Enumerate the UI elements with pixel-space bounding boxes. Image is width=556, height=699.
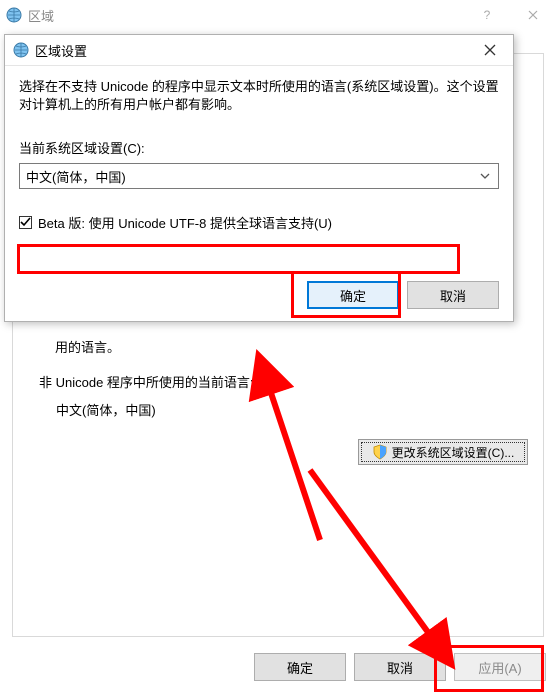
dialog-titlebar: 区域设置: [5, 35, 513, 66]
globe-icon: [13, 42, 29, 58]
shield-icon: [372, 444, 388, 460]
parent-ok-button[interactable]: 确定: [254, 653, 346, 681]
locale-combobox-value: 中文(简体，中国): [26, 167, 126, 186]
globe-icon: [6, 7, 22, 23]
dialog-ok-button[interactable]: 确定: [307, 281, 399, 309]
close-icon: [484, 44, 496, 56]
region-title: 区域: [28, 6, 54, 25]
change-system-locale-label: 更改系统区域设置(C)...: [392, 444, 515, 461]
dialog-title: 区域设置: [35, 41, 87, 60]
window-close-button[interactable]: [510, 0, 556, 30]
locale-combobox[interactable]: 中文(简体，中国): [19, 163, 499, 189]
non-unicode-section-title: 非 Unicode 程序中所使用的当前语言:: [39, 372, 254, 391]
window-buttons: ?: [464, 0, 556, 30]
beta-utf8-label: Beta 版: 使用 Unicode UTF-8 提供全球语言支持(U): [38, 213, 332, 232]
parent-cancel-button[interactable]: 取消: [354, 653, 446, 681]
beta-utf8-row[interactable]: Beta 版: 使用 Unicode UTF-8 提供全球语言支持(U): [19, 213, 499, 232]
locale-combo-label: 当前系统区域设置(C):: [19, 138, 499, 157]
dialog-description: 选择在不支持 Unicode 的程序中显示文本时所使用的语言(系统区域设置)。这…: [19, 78, 499, 114]
dialog-cancel-button[interactable]: 取消: [407, 281, 499, 309]
parent-button-row: 确定 取消 应用(A): [0, 653, 546, 685]
region-settings-dialog: 区域设置 选择在不支持 Unicode 的程序中显示文本时所使用的语言(系统区域…: [4, 34, 514, 322]
current-non-unicode-language: 中文(简体，中国): [56, 400, 156, 419]
panel-text-fragment: 用的语言。: [55, 337, 120, 356]
change-system-locale-button[interactable]: 更改系统区域设置(C)...: [358, 439, 528, 465]
check-icon: [20, 217, 31, 228]
dialog-body: 选择在不支持 Unicode 的程序中显示文本时所使用的语言(系统区域设置)。这…: [5, 66, 513, 254]
beta-utf8-checkbox[interactable]: [19, 216, 32, 229]
dialog-button-row: 确定 取消: [307, 281, 499, 309]
dialog-close-button[interactable]: [467, 35, 513, 65]
region-titlebar: 区域 ?: [0, 0, 556, 30]
help-button[interactable]: ?: [464, 0, 510, 30]
chevron-down-icon: [480, 171, 490, 181]
parent-apply-button[interactable]: 应用(A): [454, 653, 546, 681]
close-icon: [528, 10, 538, 20]
